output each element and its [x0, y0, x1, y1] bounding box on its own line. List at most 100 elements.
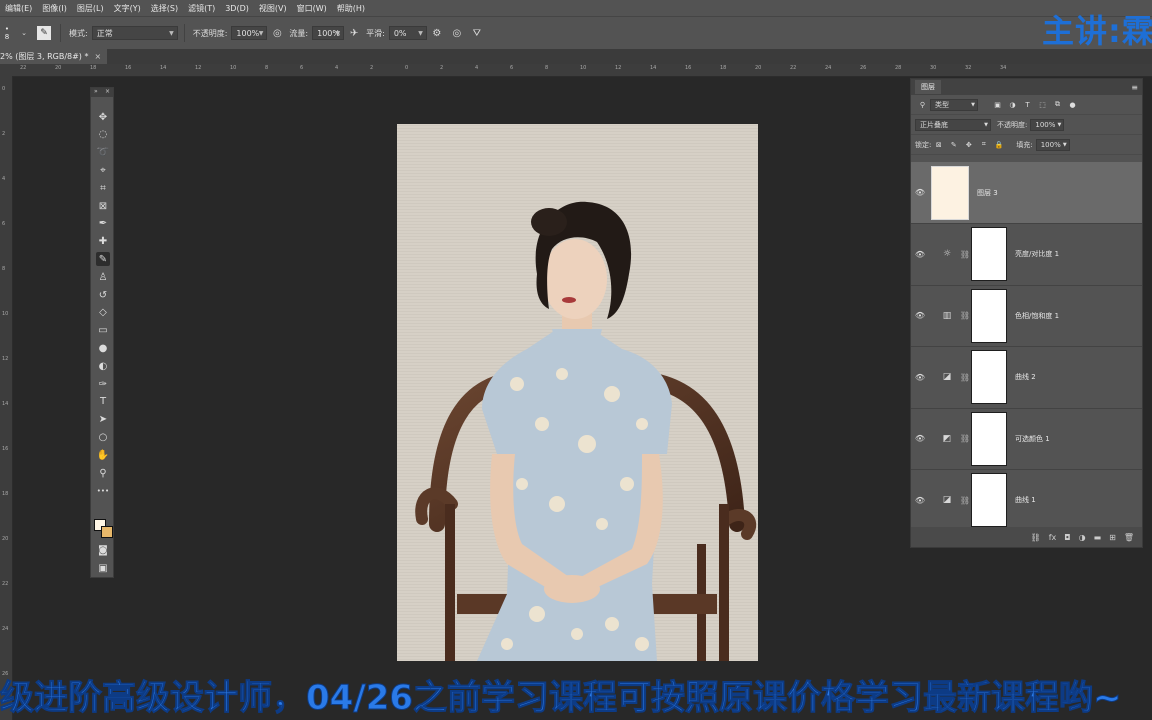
new-layer-icon[interactable]: ⊞ — [1109, 533, 1116, 542]
mask-link-icon[interactable]: ⛓ — [959, 496, 971, 505]
opacity-field[interactable]: 100% ▼ — [231, 26, 268, 40]
layer-row[interactable]: 👁 ▥ ⛓ 色相/饱和度 1 — [911, 285, 1142, 347]
eraser-tool-button[interactable]: ◇ — [96, 306, 110, 320]
visibility-eye-icon[interactable]: 👁 — [911, 434, 929, 443]
layer-row[interactable]: 👁 ◪ ⛓ 曲线 2 — [911, 347, 1142, 409]
symmetry-icon[interactable]: ⛛ — [470, 26, 484, 40]
adjustment-layer-icon[interactable]: ◑ — [1079, 533, 1086, 542]
brush-preset-picker[interactable]: • 8 — [0, 20, 14, 46]
gradient-tool-button[interactable]: ▭ — [96, 324, 110, 338]
fx-icon[interactable]: fx — [1049, 533, 1057, 542]
layer-mask-thumbnail[interactable] — [971, 473, 1007, 527]
layer-row[interactable]: 👁 ☼ ⛓ 亮度/对比度 1 — [911, 224, 1142, 286]
flow-field[interactable]: 100% ▼ — [312, 26, 345, 40]
adjustment-filter-icon[interactable]: ◑ — [1008, 100, 1017, 109]
layer-mask-thumbnail[interactable] — [971, 411, 1007, 466]
mask-link-icon[interactable]: ⛓ — [959, 434, 971, 443]
gear-icon[interactable]: ⚙ — [430, 26, 444, 40]
crop-tool-button[interactable]: ⌗ — [96, 181, 110, 195]
lock-image-icon[interactable]: ✎ — [949, 140, 958, 149]
layer-row[interactable]: 👁 ◪ ⛓ 曲线 1 — [911, 470, 1142, 532]
visibility-eye-icon[interactable]: 👁 — [911, 311, 929, 320]
mask-link-icon[interactable]: ⛓ — [959, 373, 971, 382]
zoom-tool-button[interactable]: ⚲ — [96, 466, 110, 480]
lock-artboard-icon[interactable]: ⌗ — [979, 140, 988, 149]
visibility-eye-icon[interactable]: 👁 — [911, 188, 929, 197]
panel-menu-icon[interactable]: ≡ — [1131, 83, 1138, 92]
link-layers-icon[interactable]: ⛓ — [1031, 533, 1041, 542]
stamp-tool-button[interactable]: ♙ — [96, 270, 110, 284]
frame-tool-button[interactable]: ⊠ — [96, 199, 110, 213]
lock-transparent-icon[interactable]: ⊠ — [934, 140, 943, 149]
eyedropper-tool-button[interactable]: ✒ — [96, 217, 110, 231]
mask-link-icon[interactable]: ⛓ — [959, 311, 971, 320]
document-tab[interactable]: 2% (图层 3, RGB/8#) * × — [0, 49, 108, 64]
quick-mask-tool-button[interactable]: ◙ — [96, 543, 110, 557]
group-folder-icon[interactable]: ▬ — [1094, 533, 1102, 542]
layer-mask-thumbnail[interactable] — [971, 227, 1007, 281]
shape-filter-icon[interactable]: ⬚ — [1038, 100, 1047, 109]
healing-brush-tool-button[interactable]: ✚ — [96, 235, 110, 249]
lock-position-icon[interactable]: ✥ — [964, 140, 973, 149]
filter-toggle-icon[interactable]: ● — [1068, 100, 1077, 109]
fill-field[interactable]: 100% ▼ — [1035, 138, 1070, 151]
visibility-eye-icon[interactable]: 👁 — [911, 496, 929, 505]
menu-item[interactable]: 帮助(H) — [332, 3, 370, 14]
mode-dropdown[interactable]: 正常 ▼ — [91, 26, 178, 40]
move-tool-button[interactable]: ✥ — [96, 110, 110, 124]
menu-item[interactable]: 3D(D) — [220, 4, 254, 13]
layer-mask-thumbnail[interactable] — [971, 350, 1007, 404]
pixel-filter-icon[interactable]: ▣ — [993, 100, 1002, 109]
filter-kind-dropdown[interactable]: 类型 ▼ — [930, 98, 978, 111]
lasso-tool-button[interactable]: ➰ — [96, 146, 110, 160]
more-tools-button[interactable]: ••• — [96, 484, 110, 498]
pen-tool-button[interactable]: ✑ — [96, 377, 110, 391]
chevron-down-icon[interactable]: ⌄ — [17, 26, 31, 40]
collapse-icon[interactable]: » — [94, 88, 98, 97]
close-icon[interactable]: × — [105, 88, 110, 97]
path-select-tool-button[interactable]: ➤ — [96, 413, 110, 427]
ruler-tick-label: 34 — [1000, 65, 1007, 71]
airbrush-icon[interactable]: ✈ — [347, 26, 361, 40]
brush-settings-icon[interactable]: ✎ — [37, 26, 51, 40]
menu-item[interactable]: 选择(S) — [146, 3, 183, 14]
background-color-swatch[interactable] — [101, 526, 113, 538]
tools-panel-header[interactable]: » × — [91, 88, 113, 97]
hand-tool-button[interactable]: ✋ — [96, 448, 110, 462]
smart-object-filter-icon[interactable]: ⧉ — [1053, 100, 1062, 109]
brush-tool-button[interactable]: ✎ — [96, 252, 110, 267]
menu-item[interactable]: 文字(Y) — [109, 3, 146, 14]
type-tool-button[interactable]: T — [96, 395, 110, 409]
pressure-size-icon[interactable]: ◎ — [450, 26, 464, 40]
tab-layers[interactable]: 图层 — [915, 80, 941, 94]
trash-icon[interactable]: 🗑 — [1124, 533, 1134, 542]
shape-tool-button[interactable]: ○ — [96, 430, 110, 444]
layer-mask-thumbnail[interactable] — [971, 288, 1007, 343]
dodge-tool-button[interactable]: ◐ — [96, 359, 110, 373]
menu-item[interactable]: 编辑(E) — [0, 3, 37, 14]
menu-item[interactable]: 图像(I) — [37, 3, 72, 14]
menu-item[interactable]: 视图(V) — [254, 3, 292, 14]
blur-tool-button[interactable]: ● — [96, 341, 110, 355]
menu-item[interactable]: 窗口(W) — [292, 3, 332, 14]
type-filter-icon[interactable]: T — [1023, 100, 1032, 109]
mask-link-icon[interactable]: ⛓ — [959, 250, 971, 259]
history-brush-tool-button[interactable]: ↺ — [96, 288, 110, 302]
add-mask-icon[interactable]: ◘ — [1064, 533, 1070, 542]
menu-item[interactable]: 图层(L) — [72, 3, 109, 14]
smooth-field[interactable]: 0% ▼ — [388, 26, 427, 40]
menu-item[interactable]: 滤镜(T) — [183, 3, 220, 14]
visibility-eye-icon[interactable]: 👁 — [911, 250, 929, 259]
lock-all-icon[interactable]: 🔒 — [994, 140, 1004, 149]
close-icon[interactable]: × — [94, 52, 101, 61]
document-canvas[interactable] — [397, 124, 758, 661]
layer-opacity-field[interactable]: 100% ▼ — [1030, 118, 1065, 131]
screen-mode-tool-button[interactable]: ▣ — [96, 561, 110, 575]
blend-mode-dropdown[interactable]: 正片叠底 ▼ — [915, 118, 991, 131]
layer-row[interactable]: 👁 ◩ ⛓ 可选颜色 1 — [911, 408, 1142, 470]
layer-row[interactable]: 👁 图层 3 — [911, 162, 1142, 224]
quick-select-tool-button[interactable]: ⌖ — [96, 163, 110, 177]
marquee-tool-button[interactable]: ◌ — [96, 128, 110, 142]
pressure-opacity-icon[interactable]: ◎ — [270, 26, 284, 40]
visibility-eye-icon[interactable]: 👁 — [911, 373, 929, 382]
